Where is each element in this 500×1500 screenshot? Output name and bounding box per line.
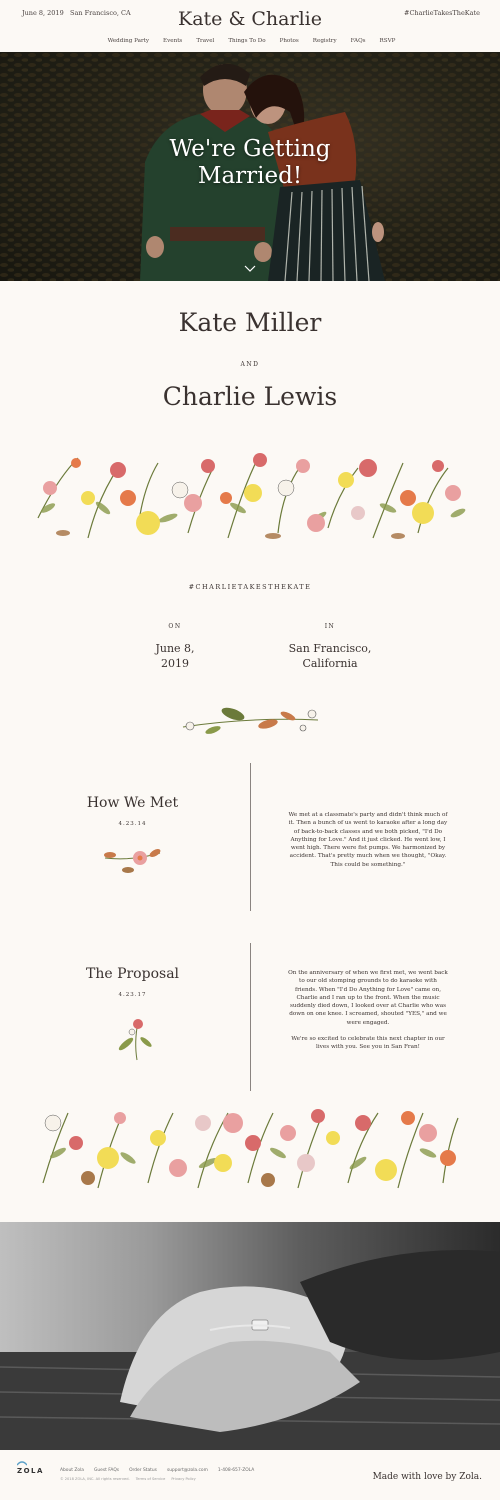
- privacy-link[interactable]: Privacy Policy: [171, 1477, 196, 1481]
- floral-border-illustration: [37, 453, 466, 539]
- footer-link-phone[interactable]: 1-408-657-ZOLA: [218, 1468, 254, 1473]
- engagement-ring-photo: [0, 1222, 500, 1450]
- nav-wedding-party[interactable]: Wedding Party: [108, 38, 149, 44]
- footer-link-support-email[interactable]: support@zola.com: [167, 1468, 208, 1473]
- nav-faqs[interactable]: FAQs: [351, 38, 366, 44]
- hero-photo: We're Getting Married!: [0, 52, 500, 281]
- in-label: IN: [324, 623, 336, 630]
- hero-title-line2: Married!: [197, 163, 303, 189]
- terms-link[interactable]: Terms of Service: [136, 1477, 166, 1481]
- floral-border-illustration: [42, 1109, 459, 1189]
- footer-link-guest-faqs[interactable]: Guest FAQs: [94, 1468, 119, 1473]
- zola-logo[interactable]: ZOLA: [17, 1467, 44, 1475]
- floral-sprig-illustration: [182, 707, 319, 734]
- main-nav: Wedding Party Events Travel Things To Do…: [0, 38, 500, 44]
- and-label: AND: [240, 361, 260, 368]
- copyright-text: © 2018 ZOLA, INC. All rights reserved.: [60, 1477, 130, 1481]
- site-header: June 8, 2019 San Francisco, CA Kate & Ch…: [0, 0, 500, 52]
- story-text-proposal: On the anniversary of when we first met,…: [288, 969, 448, 1052]
- divider-line: [250, 763, 251, 911]
- site-footer: ZOLA About Zola Guest FAQs Order Status …: [0, 1450, 500, 1500]
- nav-rsvp[interactable]: RSVP: [380, 38, 396, 44]
- chevron-down-icon[interactable]: [244, 265, 256, 273]
- nav-travel[interactable]: Travel: [196, 38, 214, 44]
- nav-events[interactable]: Events: [163, 38, 182, 44]
- footer-copyright: © 2018 ZOLA, INC. All rights reserved. T…: [60, 1477, 196, 1481]
- story-title-proposal: The Proposal: [85, 966, 180, 982]
- story-paragraph: We're so excited to celebrate this next …: [291, 1036, 445, 1051]
- footer-link-order-status[interactable]: Order Status: [129, 1468, 157, 1473]
- wedding-location: San Francisco, California: [270, 641, 390, 671]
- story-paragraph: On the anniversary of when we first met,…: [288, 970, 448, 1026]
- story-title-how-we-met: How We Met: [86, 795, 179, 811]
- footer-links: About Zola Guest FAQs Order Status suppo…: [60, 1468, 254, 1473]
- nav-photos[interactable]: Photos: [280, 38, 299, 44]
- story-date-proposal: 4.23.17: [118, 992, 147, 998]
- story-date-how-we-met: 4.23.14: [118, 821, 147, 827]
- nav-things-to-do[interactable]: Things To Do: [228, 38, 265, 44]
- nav-registry[interactable]: Registry: [313, 38, 337, 44]
- on-label: ON: [168, 623, 182, 630]
- wedding-location-line1: San Francisco,: [288, 642, 372, 655]
- wedding-date-line1: June 8,: [155, 642, 195, 655]
- bride-name: Kate Miller: [178, 308, 322, 337]
- wedding-date: June 8, 2019: [125, 641, 225, 671]
- flower-illustration: [104, 849, 161, 873]
- groom-name: Charlie Lewis: [162, 382, 338, 411]
- wedding-hashtag: #CHARLIETAKESTHEKATE: [188, 583, 312, 591]
- made-with-love-text: Made with love by Zola.: [372, 1472, 482, 1482]
- footer-link-about[interactable]: About Zola: [60, 1468, 84, 1473]
- hands-image: [0, 1250, 500, 1450]
- hero-title-line1: We're Getting: [169, 136, 331, 162]
- hero-title: We're Getting Married!: [0, 136, 500, 190]
- story-paragraph: We met at a classmate's party and didn't…: [288, 812, 448, 868]
- story-text-how-we-met: We met at a classmate's party and didn't…: [288, 811, 448, 869]
- header-hashtag: #CharlieTakesTheKate: [404, 9, 480, 17]
- wedding-date-line2: 2019: [161, 657, 189, 670]
- divider-line: [250, 943, 251, 1091]
- wedding-location-line2: California: [302, 657, 358, 670]
- flower-illustration: [118, 1019, 152, 1061]
